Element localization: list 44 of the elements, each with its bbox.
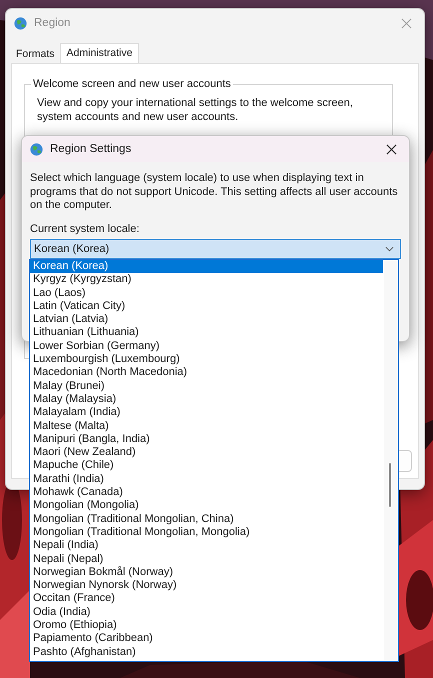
list-item[interactable]: Mapuche (Chile): [30, 459, 384, 473]
list-item[interactable]: Mongolian (Mongolia): [30, 499, 384, 513]
list-item[interactable]: Latvian (Latvia): [30, 313, 384, 326]
list-item[interactable]: Lithuanian (Lithuania): [30, 326, 384, 340]
list-item[interactable]: Maltese (Malta): [30, 420, 384, 433]
globe-icon: [13, 16, 28, 30]
list-item[interactable]: Mohawk (Canada): [30, 486, 384, 500]
list-item[interactable]: Odia (India): [30, 606, 384, 620]
locale-dropdown[interactable]: Korean (Korea): [30, 238, 401, 258]
dialog-title: Region Settings: [50, 143, 132, 155]
list-item[interactable]: Papiamento (Caribbean): [30, 632, 384, 646]
list-item[interactable]: Marathi (India): [30, 472, 384, 486]
list-item[interactable]: Oromo (Ethiopia): [30, 619, 384, 632]
list-item[interactable]: Nepali (Nepal): [30, 552, 384, 566]
list-item[interactable]: Malay (Brunei): [30, 380, 384, 393]
list-item[interactable]: Norwegian Bokmål (Norway): [30, 566, 384, 580]
group-description: View and copy your international settings to the welcome screen, system accounts and new user accounts.: [37, 96, 354, 124]
list-item[interactable]: Malay (Malaysia): [30, 392, 384, 406]
field-label: Current system locale:: [30, 222, 140, 234]
list-item[interactable]: Mongolian (Traditional Mongolian, Mongolia): [30, 526, 384, 540]
list-item[interactable]: Maori (New Zealand): [30, 446, 384, 460]
list-item[interactable]: Latin (Vatican City): [30, 300, 384, 314]
tab[interactable]: Formats: [11, 45, 60, 63]
window-title: Region: [34, 17, 72, 29]
globe-icon: [29, 142, 44, 156]
list-item[interactable]: Macedonian (North Macedonia): [30, 366, 384, 380]
scrollbar-thumb[interactable]: [389, 463, 391, 507]
list-item[interactable]: Luxembourgish (Luxembourg): [30, 353, 384, 366]
list-item[interactable]: Manipuri (Bangla, India): [30, 432, 384, 446]
chevron-icon: [385, 246, 394, 252]
list-item[interactable]: Korean (Korea): [30, 260, 383, 274]
list-item[interactable]: Occitan (France): [30, 592, 384, 606]
tab[interactable]: Administrative: [60, 43, 140, 63]
list-item[interactable]: Lower Sorbian (Germany): [30, 340, 384, 354]
list-item[interactable]: Lao (Laos): [30, 286, 384, 300]
list-item[interactable]: Kyrgyz (Kyrgyzstan): [30, 273, 384, 287]
close-icon[interactable]: [386, 144, 397, 154]
list-item[interactable]: Mongolian (Traditional Mongolian, China): [30, 512, 384, 526]
group-title: Welcome screen and new user accounts: [31, 78, 233, 90]
dialog-description: Select which language (system locale) to use when displaying text in programs that do not support Unicode. This setting affects all user accounts on the computer.: [30, 172, 399, 212]
list-item[interactable]: Malayalam (India): [30, 406, 384, 420]
list-item[interactable]: Pashto (Afghanistan): [30, 646, 384, 659]
list-item[interactable]: Norwegian Nynorsk (Norway): [30, 579, 384, 592]
list-item[interactable]: Nepali (India): [30, 539, 384, 553]
